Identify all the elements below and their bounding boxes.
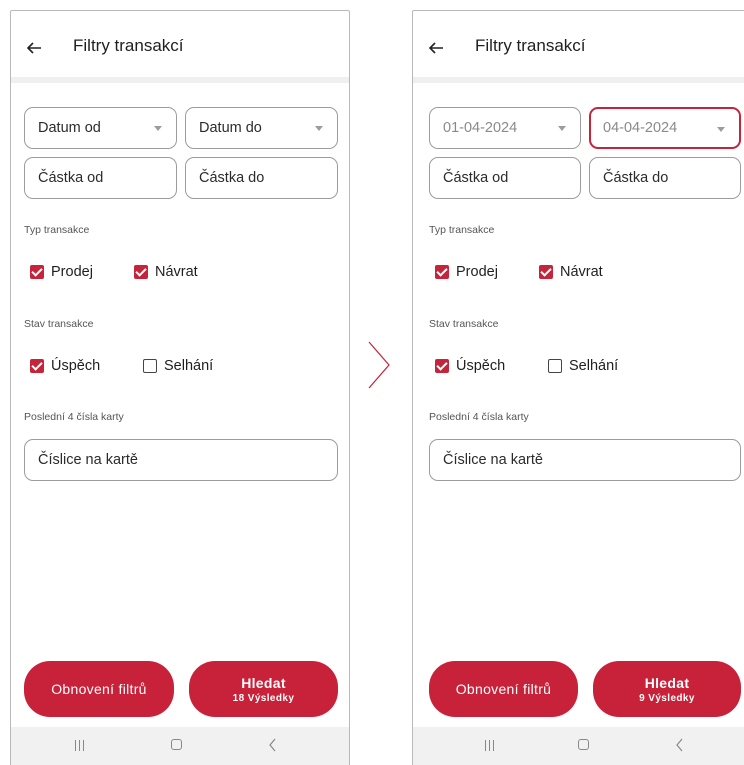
nav-back-icon[interactable]	[675, 738, 685, 752]
checkbox-selhani[interactable]: Selhání	[143, 358, 213, 374]
chevron-right-icon	[368, 341, 390, 389]
checkbox-label: Selhání	[569, 358, 619, 374]
search-button[interactable]: Hledat 18 Výsledky	[189, 661, 338, 717]
amount-from-field[interactable]: Částka od	[429, 157, 581, 199]
header-divider	[413, 77, 744, 83]
checkbox-label: Prodej	[456, 264, 498, 280]
checkbox-checked-icon[interactable]	[30, 265, 44, 279]
phone-screen-before: Filtry transakcí Datum od Datum do Částk…	[10, 10, 350, 765]
nav-recent-icon[interactable]	[485, 740, 495, 751]
card-digits-input[interactable]: Číslice na kartě	[429, 439, 741, 481]
checkbox-checked-icon[interactable]	[30, 359, 44, 373]
reset-filters-button[interactable]: Obnovení filtrů	[429, 661, 578, 717]
checkbox-checked-icon[interactable]	[134, 265, 148, 279]
checkbox-prodej[interactable]: Prodej	[435, 264, 498, 280]
arrow-left-icon[interactable]	[427, 39, 445, 57]
reset-filters-label: Obnovení filtrů	[455, 681, 552, 697]
chevron-down-icon	[717, 127, 725, 132]
transaction-type-label: Typ transakce	[24, 224, 90, 236]
checkbox-label: Úspěch	[51, 358, 101, 374]
checkbox-label: Návrat	[155, 264, 198, 280]
nav-recent-icon[interactable]	[75, 740, 85, 751]
amount-from-placeholder: Částka od	[443, 170, 509, 186]
arrow-left-icon[interactable]	[25, 39, 43, 57]
card-digits-label: Poslední 4 čísla karty	[24, 411, 124, 423]
checkbox-label: Návrat	[560, 264, 603, 280]
amount-from-field[interactable]: Částka od	[24, 157, 177, 199]
card-digits-label: Poslední 4 čísla karty	[429, 411, 529, 423]
checkbox-empty-icon[interactable]	[548, 359, 562, 373]
checkbox-label: Selhání	[164, 358, 214, 374]
page-title: Filtry transakcí	[475, 36, 586, 55]
search-button[interactable]: Hledat 9 Výsledky	[593, 661, 741, 717]
page-title: Filtry transakcí	[73, 36, 184, 55]
checkbox-navrat[interactable]: Návrat	[539, 264, 603, 280]
nav-home-icon[interactable]	[578, 739, 589, 750]
amount-to-placeholder: Částka do	[603, 170, 669, 186]
system-navbar	[413, 727, 744, 765]
amount-to-field[interactable]: Částka do	[589, 157, 741, 199]
chevron-down-icon	[315, 126, 323, 131]
search-results-count: 9 Výsledky	[639, 692, 695, 704]
chevron-down-icon	[558, 126, 566, 131]
nav-home-icon[interactable]	[171, 739, 182, 750]
checkbox-uspech[interactable]: Úspěch	[30, 358, 100, 374]
transaction-status-label: Stav transakce	[24, 318, 94, 330]
search-button-label: Hledat	[644, 674, 690, 691]
search-results-count: 18 Výsledky	[232, 692, 295, 704]
date-from-select[interactable]: Datum od	[24, 107, 177, 149]
search-button-label: Hledat	[241, 674, 286, 691]
amount-to-placeholder: Částka do	[199, 170, 265, 186]
checkbox-prodej[interactable]: Prodej	[30, 264, 93, 280]
checkbox-navrat[interactable]: Návrat	[134, 264, 198, 280]
transaction-status-label: Stav transakce	[429, 318, 499, 330]
app-header: Filtry transakcí	[413, 11, 744, 77]
date-to-select[interactable]: 04-04-2024	[589, 107, 741, 149]
chevron-down-icon	[154, 126, 162, 131]
checkbox-empty-icon[interactable]	[143, 359, 157, 373]
checkbox-selhani[interactable]: Selhání	[548, 358, 618, 374]
checkbox-checked-icon[interactable]	[435, 265, 449, 279]
header-divider	[11, 77, 349, 83]
checkbox-checked-icon[interactable]	[435, 359, 449, 373]
date-to-select[interactable]: Datum do	[185, 107, 338, 149]
checkbox-label: Úspěch	[456, 358, 506, 374]
card-digits-placeholder: Číslice na kartě	[443, 452, 543, 468]
amount-from-placeholder: Částka od	[38, 170, 104, 186]
reset-filters-button[interactable]: Obnovení filtrů	[24, 661, 174, 717]
amount-to-field[interactable]: Částka do	[185, 157, 338, 199]
checkbox-uspech[interactable]: Úspěch	[435, 358, 505, 374]
app-header: Filtry transakcí	[11, 11, 349, 77]
reset-filters-label: Obnovení filtrů	[51, 681, 147, 697]
transaction-type-label: Typ transakce	[429, 224, 495, 236]
date-from-value: Datum od	[38, 120, 101, 136]
date-to-value: 04-04-2024	[603, 120, 678, 136]
checkbox-checked-icon[interactable]	[539, 265, 553, 279]
date-from-select[interactable]: 01-04-2024	[429, 107, 581, 149]
nav-back-icon[interactable]	[268, 738, 278, 752]
checkbox-label: Prodej	[51, 264, 93, 280]
phone-screen-after: Filtry transakcí 01-04-2024 04-04-2024 Č…	[412, 10, 744, 765]
date-to-value: Datum do	[199, 120, 262, 136]
card-digits-input[interactable]: Číslice na kartě	[24, 439, 338, 481]
date-from-value: 01-04-2024	[443, 120, 518, 136]
card-digits-placeholder: Číslice na kartě	[38, 452, 138, 468]
system-navbar	[11, 727, 349, 765]
